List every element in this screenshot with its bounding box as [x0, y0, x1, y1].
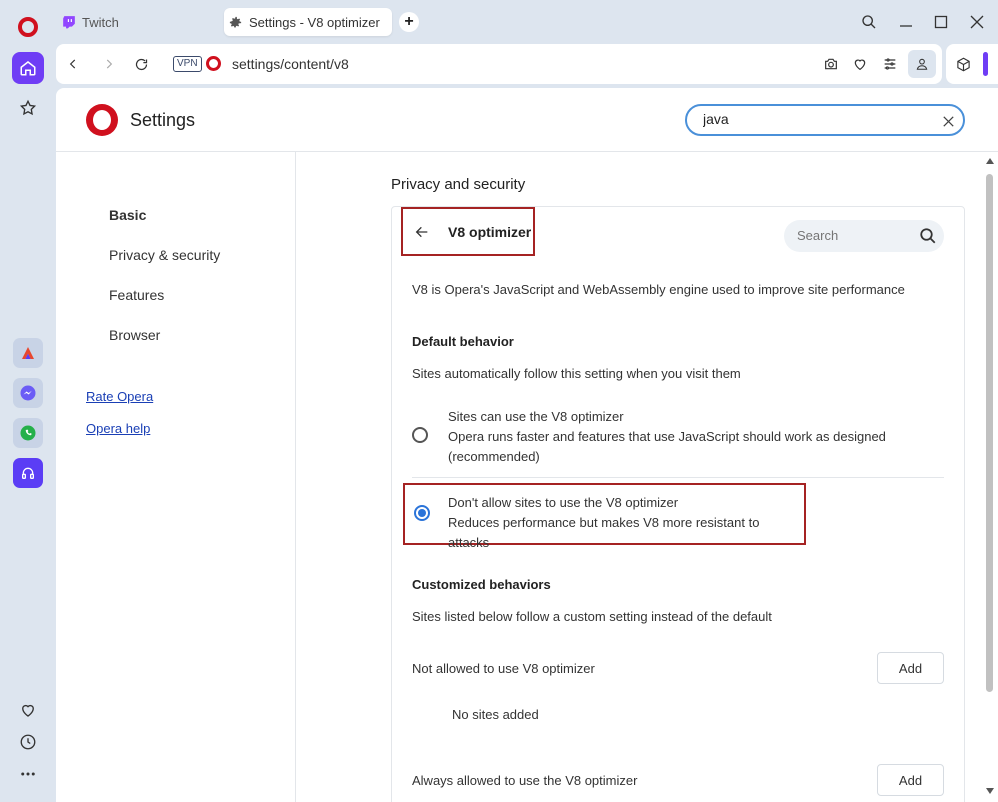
- search-tabs-icon[interactable]: [857, 10, 881, 34]
- heart-icon[interactable]: [12, 694, 44, 726]
- search-input[interactable]: [703, 111, 923, 127]
- default-behavior-desc: Sites automatically follow this setting …: [412, 366, 741, 381]
- player-icon[interactable]: [13, 458, 43, 488]
- camera-icon[interactable]: [821, 54, 841, 74]
- rate-opera-link[interactable]: Rate Opera: [86, 389, 153, 404]
- maximize-icon[interactable]: [929, 10, 953, 34]
- radio-block-selected[interactable]: [414, 505, 430, 521]
- v8-settings-card: V8 optimizer V8 is Opera's JavaScript an…: [391, 206, 965, 802]
- option-allow-v8[interactable]: Sites can use the V8 optimizer Opera run…: [412, 407, 944, 469]
- messenger-icon[interactable]: [13, 378, 43, 408]
- option-label: Sites can use the V8 optimizer: [448, 409, 624, 424]
- subpage-title: V8 optimizer: [448, 223, 532, 240]
- address-bar: VPN settings/content/v8: [56, 44, 942, 84]
- always-allowed-label: Always allowed to use the V8 optimizer: [412, 773, 638, 788]
- heart-icon[interactable]: [850, 54, 870, 74]
- opera-site-icon: [206, 56, 221, 71]
- add-always-allowed-button[interactable]: Add: [877, 764, 944, 796]
- minimize-icon[interactable]: [894, 10, 918, 34]
- nav-privacy-security[interactable]: Privacy & security: [109, 247, 220, 263]
- tab-label: Twitch: [82, 14, 119, 30]
- reload-icon[interactable]: [129, 52, 153, 76]
- option-desc: Opera runs faster and features that use …: [448, 429, 886, 444]
- opera-sidebar: [0, 0, 56, 802]
- back-icon[interactable]: [61, 52, 85, 76]
- tab-settings[interactable]: Settings - V8 optimizer: [224, 8, 392, 36]
- nav-features[interactable]: Features: [109, 287, 164, 303]
- star-icon[interactable]: [12, 92, 44, 124]
- home-icon[interactable]: [12, 52, 44, 84]
- site-search[interactable]: [784, 220, 944, 252]
- scroll-thumb[interactable]: [986, 174, 993, 692]
- aria-icon[interactable]: [13, 338, 43, 368]
- not-allowed-label: Not allowed to use V8 optimizer: [412, 661, 595, 676]
- settings-page: Settings Basic Privacy & security Featur…: [56, 88, 998, 802]
- close-window-icon[interactable]: [965, 10, 989, 34]
- add-not-allowed-button[interactable]: Add: [877, 652, 944, 684]
- customized-heading: Customized behaviors: [412, 577, 551, 592]
- nav-basic[interactable]: Basic: [109, 207, 146, 223]
- scroll-down-icon[interactable]: [985, 786, 995, 796]
- option-block-v8[interactable]: Don't allow sites to use the V8 optimize…: [403, 483, 806, 550]
- opera-menu-icon[interactable]: [18, 17, 38, 37]
- url-text[interactable]: settings/content/v8: [232, 56, 349, 72]
- extensions-area: [946, 44, 998, 84]
- clear-search-icon[interactable]: [939, 112, 957, 130]
- v8-description: V8 is Opera's JavaScript and WebAssembly…: [412, 282, 905, 297]
- extensions-icon[interactable]: [953, 54, 973, 74]
- whatsapp-icon[interactable]: [13, 418, 43, 448]
- settings-search[interactable]: [685, 104, 965, 136]
- new-tab-button[interactable]: +: [399, 12, 419, 32]
- opera-logo: [86, 104, 118, 136]
- page-title: Settings: [130, 110, 196, 130]
- section-title: Privacy and security: [391, 176, 526, 193]
- radio-allow[interactable]: [412, 427, 428, 443]
- tab-twitch[interactable]: Twitch: [60, 8, 220, 36]
- opera-help-link[interactable]: Opera help: [86, 421, 150, 436]
- no-sites-text: No sites added: [452, 707, 539, 722]
- twitch-icon: [63, 16, 75, 29]
- nav-browser[interactable]: Browser: [109, 327, 160, 343]
- scrollbar[interactable]: [982, 152, 998, 802]
- divider: [412, 477, 944, 478]
- option-desc: Reduces performance but makes V8 more re…: [448, 515, 760, 550]
- option-label: Don't allow sites to use the V8 optimize…: [448, 495, 679, 510]
- forward-icon[interactable]: [97, 52, 121, 76]
- tab-label: Settings - V8 optimizer: [249, 14, 380, 30]
- sidebar-toggle[interactable]: [983, 52, 988, 76]
- option-desc: (recommended): [448, 449, 540, 464]
- search-icon: [920, 228, 936, 244]
- more-icon[interactable]: [12, 758, 44, 790]
- gear-icon: [229, 16, 242, 27]
- easy-setup-icon[interactable]: [880, 54, 900, 74]
- default-behavior-heading: Default behavior: [412, 334, 514, 349]
- back-arrow-icon[interactable]: [413, 223, 431, 241]
- subpage-header: V8 optimizer: [401, 207, 535, 256]
- vpn-badge[interactable]: VPN: [173, 56, 202, 72]
- profile-icon[interactable]: [908, 50, 936, 78]
- scroll-up-icon[interactable]: [985, 156, 995, 166]
- site-search-input[interactable]: [797, 228, 907, 243]
- settings-nav: Basic Privacy & security Features Browse…: [56, 152, 296, 802]
- customized-desc: Sites listed below follow a custom setti…: [412, 609, 772, 624]
- history-icon[interactable]: [12, 726, 44, 758]
- settings-header: Settings: [56, 88, 998, 152]
